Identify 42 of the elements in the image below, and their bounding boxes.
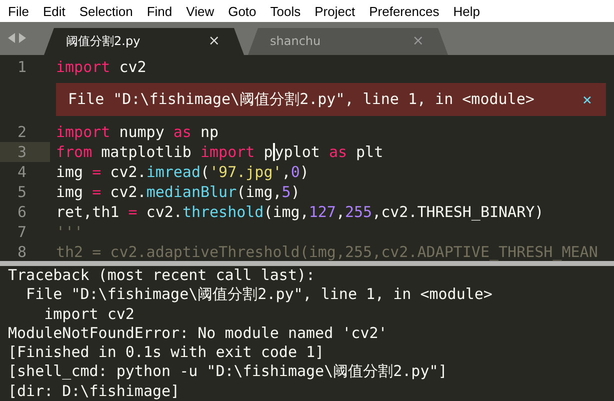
close-icon[interactable]: × [582, 90, 592, 109]
code-line: th2 = cv2.adaptiveThreshold(img,255,cv2.ADAPTIVE_THRESH_MEAN [56, 242, 598, 261]
menu-item[interactable]: View [186, 4, 214, 18]
line-number: 2 [16, 122, 28, 141]
editor-tab[interactable]: shanchu × [248, 28, 448, 55]
menu-item[interactable]: Help [453, 4, 480, 18]
menu-item[interactable]: Goto [228, 4, 256, 18]
line-number: 5 [16, 182, 28, 201]
right-arrow-icon[interactable] [19, 33, 26, 44]
code-line: ret,th1 = cv2.threshold(img,127,255,cv2.THRESH_BINARY) [56, 202, 544, 221]
editor-tab[interactable]: 阈值分割2.py × [44, 28, 244, 55]
output-line: [Finished in 0.1s with exit code 1] [8, 343, 326, 362]
line-number: 8 [16, 242, 28, 261]
line-number: 3 [16, 142, 28, 161]
menu-item[interactable]: Selection [79, 4, 133, 18]
menu-item[interactable]: Find [146, 4, 172, 18]
output-line: Traceback (most recent call last): [8, 266, 316, 286]
left-arrow-icon[interactable] [8, 33, 15, 44]
error-message: File "D:\fishimage\阈值分割2.py", line 1, in <module> [68, 90, 534, 109]
close-icon[interactable]: × [208, 33, 220, 50]
code-line: ''' [56, 222, 84, 241]
line-number: 1 [16, 58, 28, 76]
menu-item[interactable]: Preferences [369, 4, 440, 18]
output-line: [dir: D:\fishimage] [8, 382, 181, 401]
code-line: img = cv2.imread('97.jpg',0) [56, 162, 309, 181]
output-line: File "D:\fishimage\阈值分割2.py", line 1, in <module> [25, 285, 494, 305]
code-line: import cv2 [56, 58, 146, 76]
tab-label: 阈值分割2.py [66, 32, 140, 50]
output-line: [shell_cmd: python -u "D:\fishimage\阈值分割2.py"] [8, 362, 448, 382]
code-line: import numpy as np [56, 122, 219, 141]
menu-item[interactable]: File [8, 4, 29, 18]
line-number: 7 [16, 222, 28, 241]
code-line: from matplotlib import p yplot as plt [56, 142, 384, 161]
menu-item[interactable]: Tools [270, 4, 301, 18]
code-line: img = cv2.medianBlur(img,5) [56, 182, 300, 201]
output-line: ModuleNotFoundError: No module named 'cv2' [8, 324, 388, 344]
tab-label: shanchu [270, 34, 321, 48]
output-line: import cv2 [43, 304, 136, 324]
line-number: 4 [16, 162, 28, 181]
line-number: 6 [16, 202, 28, 221]
menu-item[interactable]: Edit [42, 4, 66, 18]
menu-item[interactable]: Project [314, 4, 356, 18]
